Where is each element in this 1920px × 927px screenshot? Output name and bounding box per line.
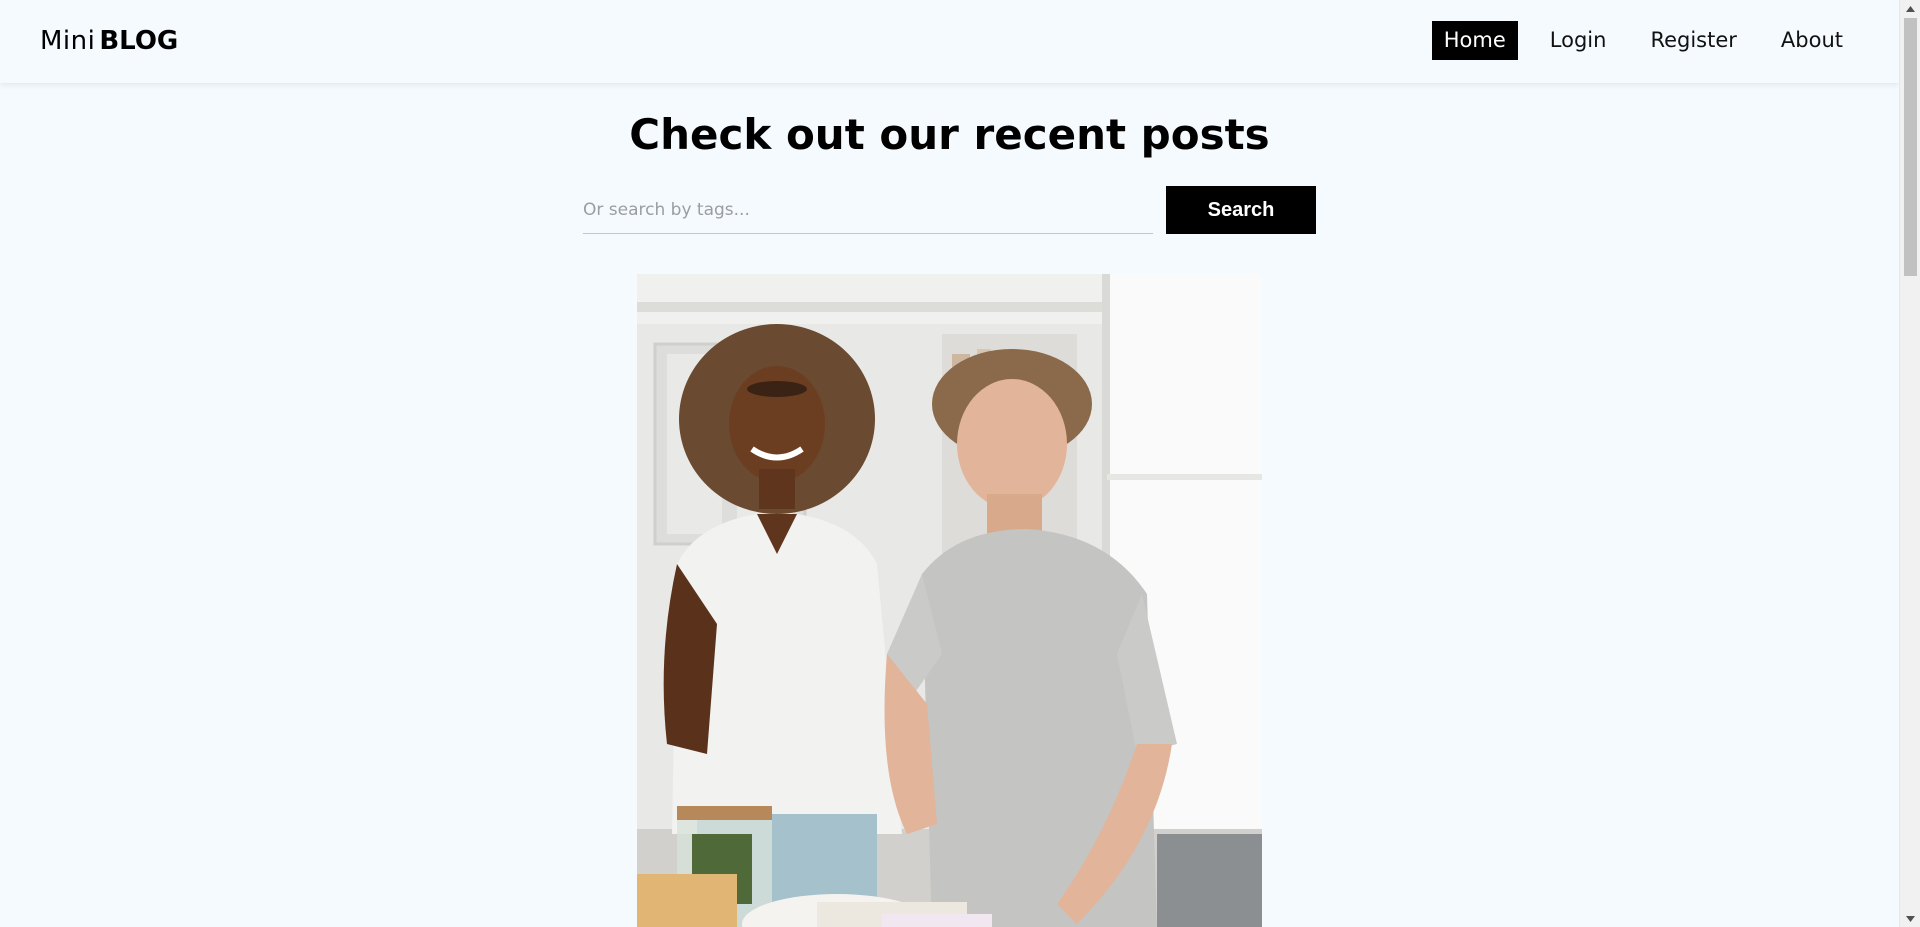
- page-title: Check out our recent posts: [629, 110, 1270, 159]
- brand-bold-text: BLOG: [99, 26, 179, 56]
- scroll-up-arrow-icon[interactable]: [1900, 0, 1920, 17]
- site-header: Mini BLOG Home Login Register About: [0, 0, 1899, 83]
- page: Mini BLOG Home Login Register About Check…: [0, 0, 1920, 927]
- post-image[interactable]: [637, 274, 1262, 927]
- nav-item-register[interactable]: Register: [1638, 21, 1748, 60]
- post-photo: [637, 274, 1262, 927]
- nav-item-home[interactable]: Home: [1431, 21, 1518, 60]
- search-input[interactable]: [583, 186, 1153, 234]
- scroll-down-arrow-icon[interactable]: [1900, 910, 1920, 927]
- search-bar: Search: [583, 186, 1316, 234]
- brand-logo[interactable]: Mini BLOG: [40, 24, 178, 58]
- brand-light-text: Mini: [40, 26, 96, 56]
- scroll-thumb[interactable]: [1904, 18, 1917, 276]
- nav-item-about[interactable]: About: [1769, 21, 1855, 60]
- nav-item-login[interactable]: Login: [1538, 21, 1619, 60]
- search-button[interactable]: Search: [1166, 186, 1316, 234]
- main-nav: Home Login Register About: [1431, 21, 1855, 60]
- page-scrollbar[interactable]: [1899, 0, 1920, 927]
